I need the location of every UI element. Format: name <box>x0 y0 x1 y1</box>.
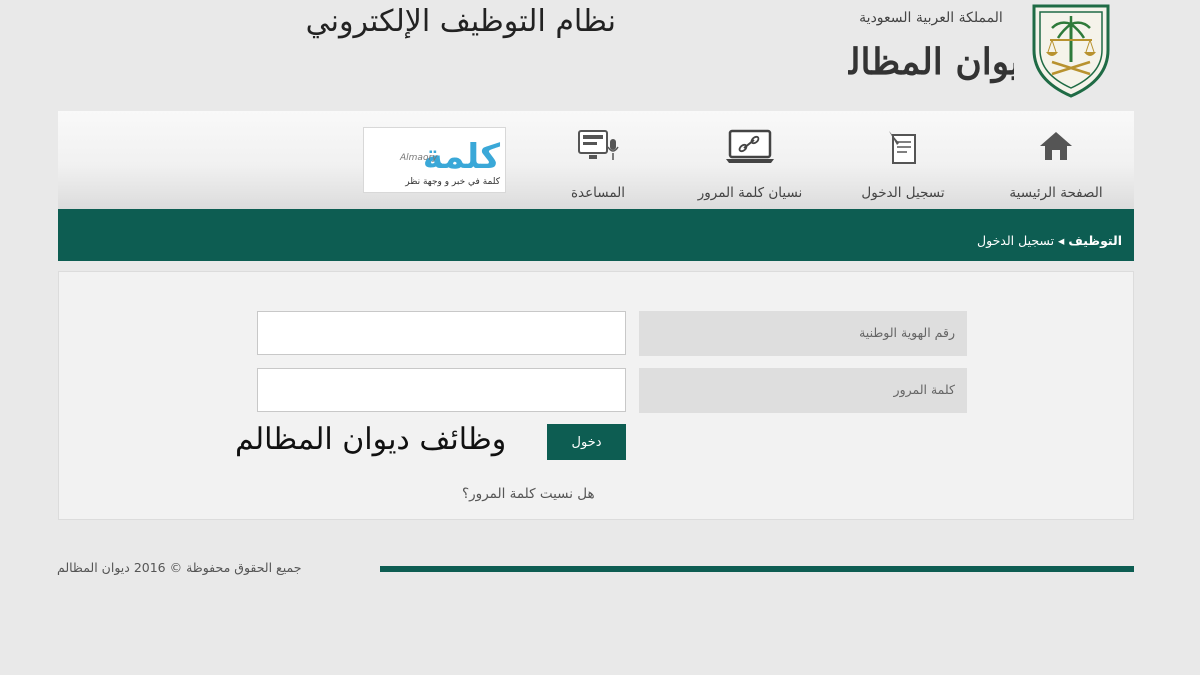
laptop-link-icon <box>724 129 776 169</box>
nav-item-label: المساعدة <box>570 185 626 201</box>
logo-subtitle: المملكة العربية السعودية <box>859 10 1003 26</box>
kalma-ad-banner[interactable]: كلمة Almaory كلمة في خبر و وجهة نظر <box>363 127 506 193</box>
breadcrumb-current: تسجيل الدخول <box>977 233 1055 248</box>
nav-item-forgot-password[interactable]: نسيان كلمة المرور <box>688 111 812 209</box>
login-document-icon <box>885 129 921 169</box>
password-input[interactable] <box>257 368 626 412</box>
breadcrumb-bar: التوظيف ◂ تسجيل الدخول <box>58 209 1134 261</box>
footer-copyright: جميع الحقوق محفوظة © 2016 ديوان المظالم <box>57 560 302 575</box>
ad-latin-text: Almaory <box>399 153 438 163</box>
nav-item-login[interactable]: تسجيل الدخول <box>848 111 958 209</box>
breadcrumb-separator-icon: ◂ <box>1058 233 1065 248</box>
help-monitor-microphone-icon <box>577 129 619 169</box>
national-id-input[interactable] <box>257 311 626 355</box>
nav-item-label: نسيان كلمة المرور <box>697 185 803 201</box>
diwan-emblem-logo <box>1030 2 1112 98</box>
nav-item-home[interactable]: الصفحة الرئيسية <box>996 111 1116 209</box>
breadcrumb-root[interactable]: التوظيف <box>1068 233 1122 248</box>
overlay-caption: وظائف ديوان المظالم <box>235 422 507 457</box>
system-title: نظام التوظيف الإلكتروني <box>305 4 616 39</box>
logo-wordmark-text: ديوان المظالم <box>848 41 1014 84</box>
ad-tagline-text: كلمة في خبر و وجهة نظر <box>404 177 500 187</box>
forgot-password-link[interactable]: هل نسيت كلمة المرور؟ <box>462 486 595 502</box>
password-label: كلمة المرور <box>639 368 967 413</box>
main-navbar: الصفحة الرئيسية تسجيل الدخول نسيان كلمة <box>58 111 1134 209</box>
nav-item-label: تسجيل الدخول <box>861 185 945 201</box>
nav-item-help[interactable]: المساعدة <box>558 111 638 209</box>
footer-divider <box>380 566 1134 572</box>
breadcrumb: التوظيف ◂ تسجيل الدخول <box>977 233 1122 248</box>
home-icon <box>1038 129 1074 167</box>
diwan-wordmark-logo: المملكة العربية السعودية ديوان المظالم <box>826 0 1037 92</box>
national-id-label: رقم الهوية الوطنية <box>639 311 967 356</box>
login-panel: رقم الهوية الوطنية كلمة المرور دخول وظائ… <box>58 271 1134 520</box>
login-button[interactable]: دخول <box>547 424 626 460</box>
nav-item-label: الصفحة الرئيسية <box>1009 185 1103 201</box>
